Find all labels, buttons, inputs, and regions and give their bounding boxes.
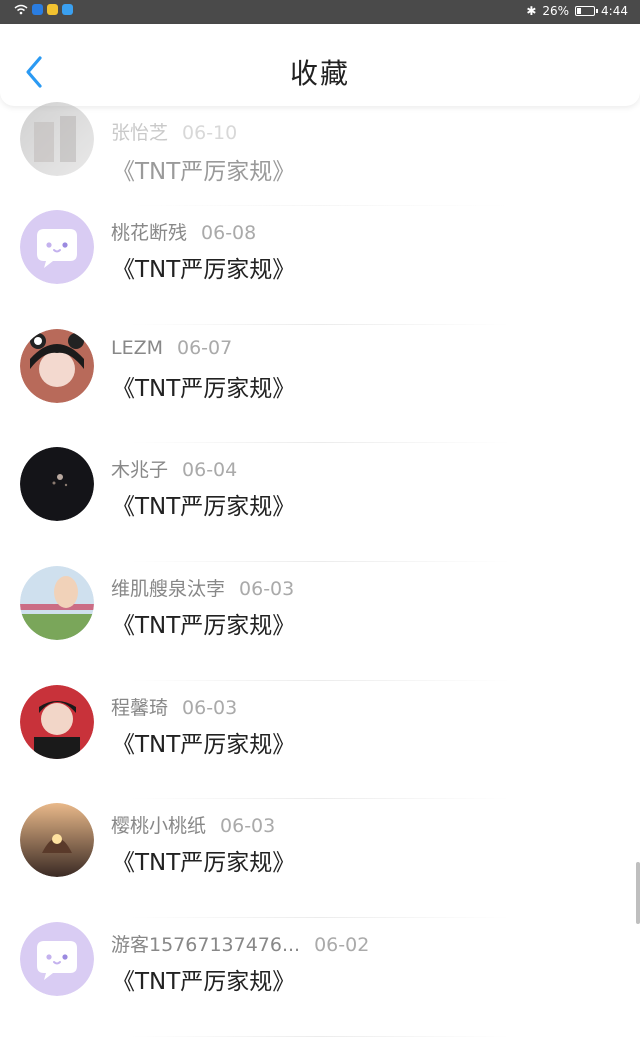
battery-fill xyxy=(577,8,582,14)
item-meta: 木兆子 06-04 xyxy=(111,455,237,482)
work-title[interactable]: 《TNT严厉家规》 xyxy=(112,962,295,996)
date: 06-03 xyxy=(239,578,295,601)
avatar[interactable] xyxy=(20,328,94,403)
date: 06-03 xyxy=(182,696,238,719)
avatar[interactable] xyxy=(20,447,94,522)
item-meta: 程馨琦 06-03 xyxy=(111,693,237,720)
work-title[interactable]: 《TNT严厉家规》 xyxy=(112,843,295,877)
status-icons-right: ✱ 26% 4:44 xyxy=(526,4,628,18)
clock: 4:44 xyxy=(601,4,628,18)
date: 06-08 xyxy=(201,222,257,244)
username[interactable]: 桃花断残 xyxy=(111,222,187,244)
item-meta: 维肌艘泉汰孛 06-03 xyxy=(111,574,294,601)
work-title[interactable]: 《TNT严厉家规》 xyxy=(112,487,295,521)
status-bar: ✱ 26% 4:44 xyxy=(0,0,640,24)
username[interactable]: 木兆子 xyxy=(111,459,168,481)
date: 06-10 xyxy=(182,122,238,144)
scrollbar[interactable] xyxy=(636,862,640,924)
app-header: 收藏 xyxy=(0,24,640,106)
username[interactable]: 樱桃小桃纸 xyxy=(111,815,206,837)
favorites-list: 张怡芝 06-10 《TNT严厉家规》 桃花断残 06-08 《TNT严厉家规》 L… xyxy=(0,102,640,1037)
list-item[interactable]: 维肌艘泉汰孛 06-03 《TNT严厉家规》 xyxy=(0,562,640,681)
avatar[interactable] xyxy=(20,210,94,284)
work-title[interactable]: 《TNT严厉家规》 xyxy=(112,369,295,403)
username[interactable]: 维肌艘泉汰孛 xyxy=(111,578,225,600)
app-notification-icon xyxy=(47,4,58,15)
item-meta: 张怡芝 06-10 xyxy=(111,118,237,145)
work-title[interactable]: 《TNT严厉家规》 xyxy=(112,606,295,640)
work-title[interactable]: 《TNT严厉家规》 xyxy=(112,250,295,284)
date: 06-02 xyxy=(314,934,370,957)
work-title[interactable]: 《TNT严厉家规》 xyxy=(112,152,295,186)
date: 06-03 xyxy=(220,815,276,838)
item-meta: LEZM 06-07 xyxy=(111,337,232,359)
wifi-icon xyxy=(14,4,28,15)
list-item[interactable]: 张怡芝 06-10 《TNT严厉家规》 xyxy=(0,102,640,206)
cloud-icon xyxy=(62,4,73,15)
avatar[interactable] xyxy=(20,803,94,878)
username[interactable]: 游客15767137476... xyxy=(111,934,300,956)
avatar[interactable] xyxy=(20,566,94,641)
page-title: 收藏 xyxy=(289,57,350,90)
item-meta: 樱桃小桃纸 06-03 xyxy=(111,811,275,838)
list-item[interactable]: LEZM 06-07 《TNT严厉家规》 xyxy=(0,325,640,444)
item-meta: 桃花断残 06-08 xyxy=(111,218,256,245)
item-meta: 游客15767137476... 06-02 xyxy=(111,930,369,957)
bluetooth-icon: ✱ xyxy=(526,4,537,18)
list-item[interactable]: 桃花断残 06-08 《TNT严厉家规》 xyxy=(0,206,640,325)
list-item[interactable]: 樱桃小桃纸 06-03 《TNT严厉家规》 xyxy=(0,799,640,919)
app-notification-icon xyxy=(32,4,43,15)
date: 06-04 xyxy=(182,459,238,482)
status-icons-left xyxy=(14,4,73,15)
work-title[interactable]: 《TNT严厉家规》 xyxy=(112,725,295,759)
battery-icon xyxy=(575,6,599,16)
date: 06-07 xyxy=(177,336,233,359)
list-item[interactable]: 程馨琦 06-03 《TNT严厉家规》 xyxy=(0,681,640,800)
avatar[interactable] xyxy=(20,684,94,759)
list-item[interactable]: 游客15767137476... 06-02 《TNT严厉家规》 xyxy=(0,918,640,1037)
username[interactable]: LEZM xyxy=(111,337,163,359)
avatar[interactable] xyxy=(20,922,94,997)
avatar[interactable] xyxy=(20,102,94,176)
username[interactable]: 程馨琦 xyxy=(111,697,168,719)
battery-percent: 26% xyxy=(542,4,570,18)
list-item[interactable]: 木兆子 06-04 《TNT严厉家规》 xyxy=(0,443,640,563)
username[interactable]: 张怡芝 xyxy=(111,122,168,144)
